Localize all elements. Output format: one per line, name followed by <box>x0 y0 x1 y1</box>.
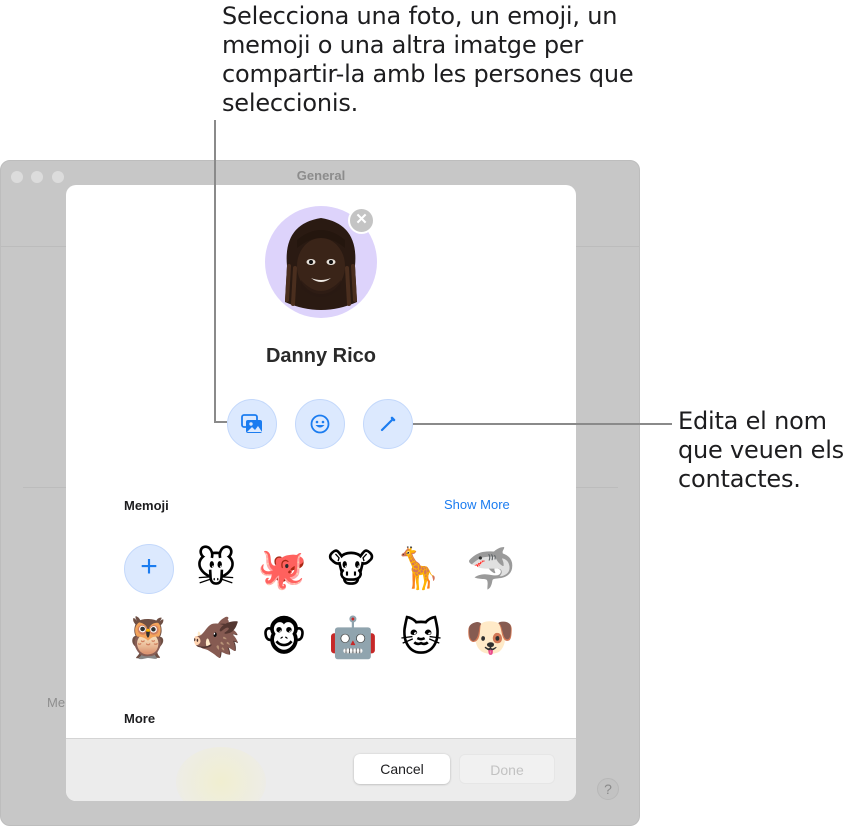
callout-line-right <box>413 423 672 425</box>
memoji-monkey[interactable]: 🐵 <box>258 612 310 664</box>
callout-edit-name: Edita el nom que veuen els contactes. <box>678 407 844 493</box>
callout-line-top-horizontal <box>214 421 227 423</box>
memoji-robot[interactable]: 🤖 <box>327 612 379 664</box>
contact-name: Danny Rico <box>265 345 377 367</box>
divider <box>576 487 618 488</box>
pencil-icon <box>380 416 396 432</box>
background-label: Me <box>47 695 66 710</box>
done-button[interactable]: Done <box>459 754 555 784</box>
window-title: General <box>296 168 346 183</box>
divider <box>23 487 68 488</box>
memoji-mouse[interactable]: 🐭 <box>190 543 242 595</box>
smiley-icon <box>310 414 330 434</box>
memoji-section-title: Memoji <box>124 498 169 513</box>
photos-icon <box>241 414 262 433</box>
background-blur <box>176 747 266 801</box>
more-section-title: More <box>124 711 156 726</box>
memoji-cow[interactable]: 🐮 <box>325 543 377 595</box>
emoji-button[interactable] <box>295 399 345 449</box>
photos-button[interactable] <box>227 399 277 449</box>
memoji-cat[interactable]: 🐱 <box>395 612 447 664</box>
memoji-owl[interactable]: 🦉 <box>122 612 174 664</box>
help-button[interactable]: ? <box>597 778 619 800</box>
memoji-giraffe[interactable]: 🦒 <box>392 543 444 595</box>
callout-photo-options: Selecciona una foto, un emoji, un memoji… <box>222 2 634 117</box>
cancel-button[interactable]: Cancel <box>354 754 450 784</box>
profile-sheet: ✕ Danny Rico Memoji Show More + 🐭 🐙 🐮 🦒 … <box>66 185 576 801</box>
memoji-shark[interactable]: 🦈 <box>465 543 517 595</box>
memoji-boar[interactable]: 🐗 <box>190 612 242 664</box>
show-more-link[interactable]: Show More <box>444 497 510 512</box>
memoji-dog[interactable]: 🐶 <box>464 612 516 664</box>
edit-name-button[interactable] <box>363 399 413 449</box>
remove-avatar-button[interactable]: ✕ <box>348 207 375 234</box>
sheet-footer: Cancel Done <box>66 738 576 801</box>
memoji-octopus[interactable]: 🐙 <box>256 543 308 595</box>
add-memoji-button[interactable]: + <box>124 544 174 594</box>
callout-line-top-vertical <box>214 120 216 423</box>
